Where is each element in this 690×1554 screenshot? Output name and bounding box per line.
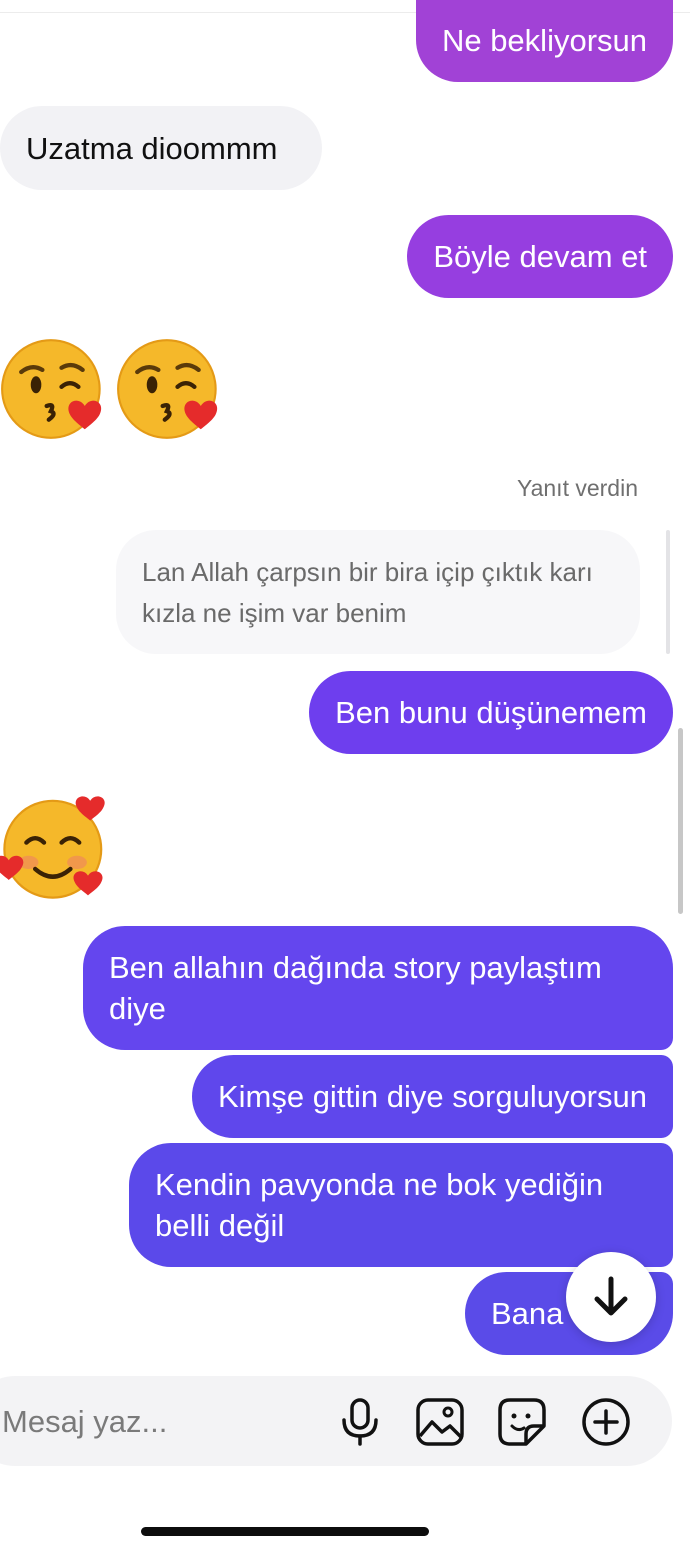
- sent-message[interactable]: Ben allahın dağında story paylaştım diye: [83, 926, 673, 1050]
- scroll-to-bottom-button[interactable]: [566, 1252, 656, 1342]
- message-composer: [0, 1376, 672, 1466]
- received-message[interactable]: Uzatma dioommm: [0, 106, 322, 190]
- kissing-heart-emoji[interactable]: [116, 336, 222, 442]
- sent-message[interactable]: Ben bunu düşünemem: [309, 671, 673, 754]
- sent-message[interactable]: Ne bekliyorsun: [415, 0, 673, 82]
- scrollbar-thumb[interactable]: [678, 728, 683, 914]
- sent-message[interactable]: Kendin pavyonda ne bok yediğin belli değ…: [129, 1143, 673, 1267]
- reply-indicator-bar: [666, 530, 670, 654]
- message-input[interactable]: [0, 1398, 304, 1446]
- smiling-hearts-emoji[interactable]: [0, 792, 110, 902]
- sticker-icon[interactable]: [496, 1396, 548, 1448]
- gallery-icon[interactable]: [414, 1396, 466, 1448]
- arrow-down-icon: [594, 1276, 628, 1316]
- home-indicator[interactable]: [141, 1527, 429, 1536]
- sent-message[interactable]: Böyle devam et: [407, 215, 673, 298]
- plus-icon[interactable]: [580, 1396, 632, 1448]
- sent-message[interactable]: Kimşe gittin diye sorguluyorsun: [191, 1055, 673, 1138]
- replied-message-quote[interactable]: Lan Allah çarpsın bir bira içip çıktık k…: [116, 530, 640, 654]
- microphone-icon[interactable]: [334, 1396, 386, 1448]
- kissing-heart-emoji[interactable]: [0, 336, 106, 442]
- reply-label: Yanıt verdin: [516, 475, 638, 501]
